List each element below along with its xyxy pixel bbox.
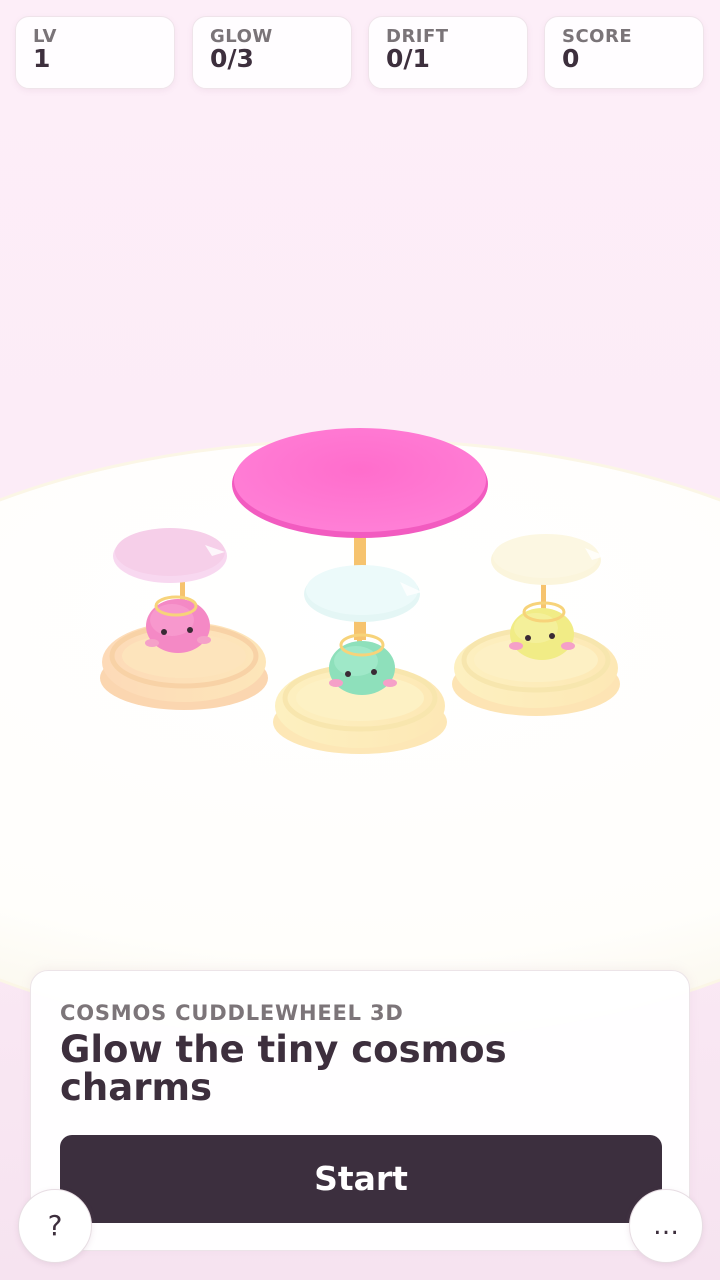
- hud: LV 1 GLOW 0/3 DRIFT 0/1 SCORE 0: [15, 16, 706, 91]
- glow-value: 0/3: [210, 44, 254, 73]
- headline: Glow the tiny cosmos charms: [60, 1028, 507, 1109]
- level-stat: LV 1: [15, 16, 175, 89]
- glow-stat: GLOW 0/3: [192, 16, 352, 89]
- game-title: COSMOS CUDDLEWHEEL 3D: [60, 1001, 404, 1025]
- drift-stat: DRIFT 0/1: [368, 16, 528, 89]
- score-label: SCORE: [562, 26, 633, 47]
- intro-panel: COSMOS CUDDLEWHEEL 3D Glow the tiny cosm…: [30, 970, 690, 1251]
- score-stat: SCORE 0: [544, 16, 704, 89]
- level-value: 1: [33, 44, 51, 73]
- start-button[interactable]: Start: [60, 1135, 662, 1223]
- drift-value: 0/1: [386, 44, 430, 73]
- more-options-button[interactable]: …: [629, 1189, 703, 1263]
- main-canopy: [232, 428, 488, 538]
- help-button[interactable]: ?: [18, 1189, 92, 1263]
- level-label: LV: [33, 26, 57, 47]
- score-value: 0: [562, 44, 580, 73]
